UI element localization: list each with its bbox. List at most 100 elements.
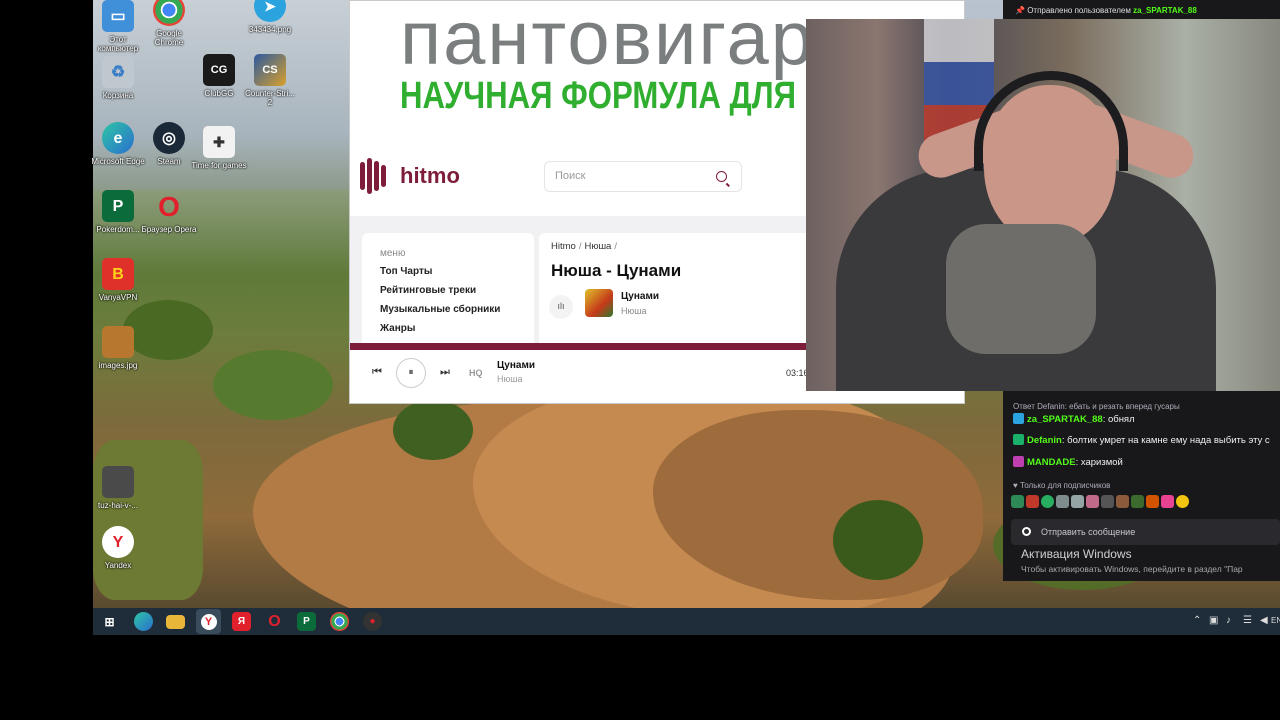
emoji-icon[interactable] <box>1022 527 1031 536</box>
desktop-icon-steam[interactable]: ◎ Steam <box>141 122 197 166</box>
album-cover <box>585 289 613 317</box>
emote-icon[interactable] <box>1086 495 1099 508</box>
emote-icon[interactable] <box>1161 495 1174 508</box>
webcam-overlay <box>806 19 1280 391</box>
user-badge-icon <box>1013 413 1024 424</box>
chat-username[interactable]: Defanin <box>1027 435 1062 446</box>
breadcrumb-artist[interactable]: Нюша <box>584 241 611 252</box>
menu-heading: меню <box>380 248 406 259</box>
desktop-icon-opera[interactable]: O Браузер Opera <box>141 190 197 234</box>
trees <box>833 500 923 580</box>
emote-icon[interactable] <box>1011 495 1024 508</box>
subs-only-text: Только для подписчиков <box>1019 481 1111 490</box>
desktop-icon-this-pc[interactable]: ▭ Этот компьютер <box>90 0 146 53</box>
sidebar-menu: меню Топ Чарты Рейтинговые треки Музыкал… <box>362 233 534 353</box>
search-icon[interactable] <box>716 171 727 182</box>
person-scarf <box>946 224 1096 354</box>
track-row[interactable]: ılı Цунами Нюша <box>549 289 849 325</box>
track-artist[interactable]: Нюша <box>621 306 646 316</box>
headphones-icon <box>974 71 1128 171</box>
desktop-icon-recycle-bin[interactable]: ♻ Корзина <box>90 56 146 100</box>
gamepad-icon: ✚ <box>203 126 235 158</box>
opera-icon: O <box>158 190 180 222</box>
previous-icon[interactable]: ⏮ <box>372 366 382 379</box>
pinned-message: 📌 Отправлено пользователем za_SPARTAK_88 <box>1015 6 1197 15</box>
equalizer-icon[interactable]: ılı <box>549 295 573 319</box>
desktop-icon-label: Yandex <box>104 561 132 570</box>
opera-icon[interactable]: O <box>265 612 284 631</box>
chrome-icon[interactable] <box>330 612 349 631</box>
chat-panel: Ответ Defanin: ебать и резать вперед гус… <box>1003 391 1280 581</box>
emote-icon[interactable] <box>1026 495 1039 508</box>
track-name[interactable]: Цунами <box>621 291 659 302</box>
desktop-icon-label: Steam <box>157 157 181 166</box>
search-input[interactable]: Поиск <box>544 161 742 192</box>
image-file-icon <box>102 466 134 498</box>
pinned-user[interactable]: za_SPARTAK_88 <box>1133 6 1197 15</box>
taskbar: ⊞ Y Я O P ● ⌃ ▣ ♪ ☰ ◀ EN <box>93 608 1280 635</box>
hitmo-logo[interactable]: hitmo <box>400 163 460 189</box>
chat-username[interactable]: za_SPARTAK_88 <box>1027 414 1103 425</box>
obs-icon[interactable]: ● <box>363 612 382 631</box>
desktop-icon-yandex[interactable]: Y Yandex <box>90 526 146 570</box>
emote-icon[interactable] <box>1041 495 1054 508</box>
chat-pinned-bar: 📌 Отправлено пользователем za_SPARTAK_88 <box>1003 0 1280 19</box>
subscribers-only-label: ♥ Только для подписчиков <box>1013 481 1111 490</box>
volume-icon[interactable]: ◀ <box>1260 615 1268 626</box>
field <box>93 440 203 600</box>
emote-icon[interactable] <box>1071 495 1084 508</box>
desktop-icon-label: Time for games <box>191 161 247 170</box>
user-badge-icon <box>1013 456 1024 467</box>
desktop-icon-label: Counter-Stri... 2 <box>245 89 295 107</box>
breadcrumb-hitmo[interactable]: Hitmo <box>551 241 576 252</box>
pinned-prefix: Отправлено пользователем <box>1027 6 1131 15</box>
chat-text: : болтик умрет на камне ему нада выбить … <box>1061 435 1270 446</box>
desktop-icon-pokerdom[interactable]: P Pokerdom... <box>90 190 146 234</box>
emote-icon[interactable] <box>1056 495 1069 508</box>
pokerdom-icon[interactable]: P <box>297 612 316 631</box>
chat-username[interactable]: MANDADE <box>1027 457 1076 468</box>
language-indicator[interactable]: EN <box>1271 616 1280 625</box>
menu-item-collections[interactable]: Музыкальные сборники <box>380 304 516 315</box>
emote-icon[interactable] <box>1131 495 1144 508</box>
screen: { "desktop": { "icons": [ {"label": "Это… <box>0 0 1280 720</box>
desktop-icon-vanyavpn[interactable]: B VanyaVPN <box>90 258 146 302</box>
desktop-icon-counter-strike[interactable]: CS Counter-Stri... 2 <box>242 54 298 107</box>
yandex-icon[interactable]: Я <box>232 612 251 631</box>
desktop-icon-images-jpg[interactable]: images.jpg <box>90 326 146 370</box>
desktop-icon-chrome[interactable]: Google Chrome <box>141 0 197 47</box>
desktop-icon-png[interactable]: ➤ 343434.png <box>242 0 298 34</box>
edge-icon: e <box>102 122 134 154</box>
yandex-browser-icon[interactable]: Y <box>196 609 221 634</box>
emote-icon[interactable] <box>1101 495 1114 508</box>
yandex-browser-icon: Y <box>102 526 134 558</box>
tray-expand-icon[interactable]: ⌃ <box>1193 615 1201 626</box>
emote-icon[interactable] <box>1176 495 1189 508</box>
microphone-icon[interactable]: ♪ <box>1226 615 1231 626</box>
desktop-icon-edge[interactable]: e Microsoft Edge <box>90 122 146 166</box>
edge-icon[interactable] <box>134 612 153 631</box>
menu-item-rating-tracks[interactable]: Рейтинговые треки <box>380 285 516 296</box>
desktop-icon-time-for-games[interactable]: ✚ Time for games <box>191 126 247 170</box>
file-explorer-icon[interactable] <box>166 615 185 629</box>
desktop-icon-tuz-hai[interactable]: tuz-hai-v-... <box>90 466 146 510</box>
hitmo-logo-icon[interactable] <box>360 158 392 194</box>
pause-button[interactable]: ⏸ <box>396 358 426 388</box>
desktop-icon-label: Google Chrome <box>154 29 184 47</box>
emote-icon[interactable] <box>1116 495 1129 508</box>
network-icon[interactable]: ▣ <box>1209 615 1218 626</box>
menu-item-top-charts[interactable]: Топ Чарты <box>380 266 516 277</box>
windows-start-icon[interactable]: ⊞ <box>100 612 119 631</box>
emote-icon[interactable] <box>1146 495 1159 508</box>
hq-toggle[interactable]: HQ <box>469 368 483 378</box>
next-icon[interactable]: ⏭ <box>440 366 450 379</box>
desktop-icon-clubgg[interactable]: CG ClubGG <box>191 54 247 98</box>
this-pc-icon: ▭ <box>102 0 134 32</box>
emote-bar <box>1011 495 1191 511</box>
send-message-input[interactable]: Отправить сообщение <box>1011 519 1280 545</box>
wifi-icon[interactable]: ☰ <box>1243 615 1252 626</box>
desktop-icon-label: Этот компьютер <box>97 35 139 53</box>
menu-item-genres[interactable]: Жанры <box>380 323 516 334</box>
chat-message: MANDADE: харизмой <box>1013 456 1123 468</box>
pokerdom-icon: P <box>102 190 134 222</box>
